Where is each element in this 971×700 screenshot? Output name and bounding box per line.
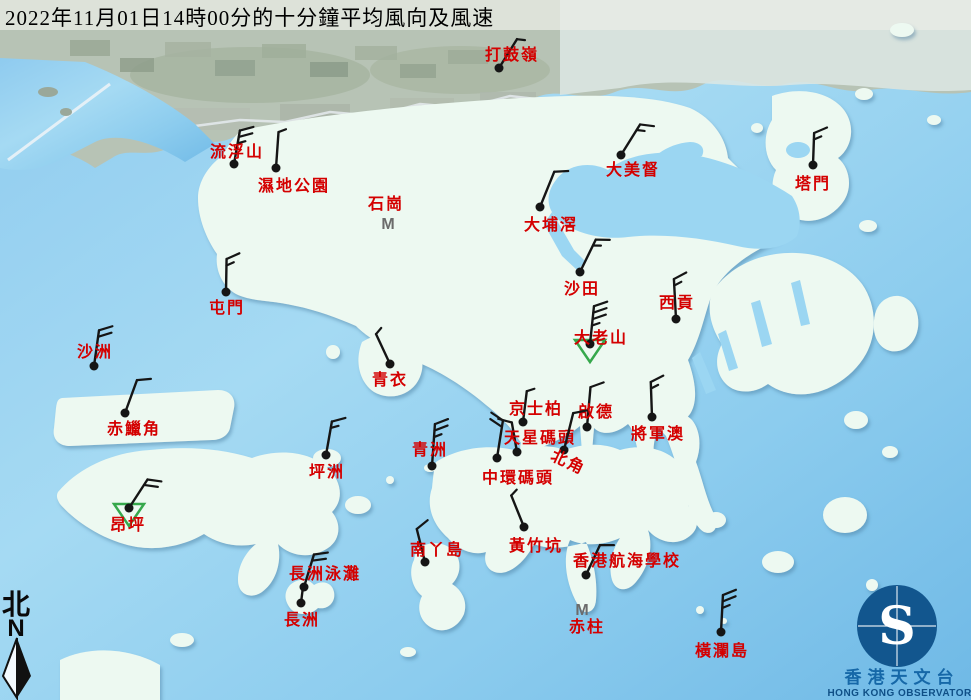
station-dot bbox=[125, 504, 134, 513]
station-label: 沙田 bbox=[564, 280, 600, 298]
station-label: 流浮山 bbox=[210, 142, 264, 161]
station-dot bbox=[121, 409, 130, 418]
wind-barb-staff bbox=[226, 259, 227, 292]
missing-data-symbol: M bbox=[381, 216, 394, 233]
station-label: 沙洲 bbox=[77, 343, 113, 361]
hko-logo-swirl: S bbox=[878, 596, 916, 657]
station-label: 橫瀾島 bbox=[695, 641, 749, 660]
station-label: 黃竹坑 bbox=[508, 536, 563, 555]
wind-barb-feather bbox=[637, 130, 645, 131]
station-dot bbox=[493, 454, 502, 463]
station-label: 京士柏 bbox=[509, 399, 563, 418]
station-dot bbox=[297, 599, 306, 608]
station-label: 南丫島 bbox=[410, 540, 464, 559]
station-label: 大老山 bbox=[574, 328, 628, 347]
station-label: 塔門 bbox=[795, 174, 831, 193]
sai-kung bbox=[710, 253, 874, 395]
station-label: 青衣 bbox=[372, 370, 408, 389]
station-dot bbox=[520, 523, 529, 532]
station-dot bbox=[495, 64, 504, 73]
station-dot bbox=[717, 628, 726, 637]
station-label: 屯門 bbox=[209, 298, 245, 317]
station-label: 長洲 bbox=[284, 611, 320, 629]
station-dot bbox=[222, 288, 231, 297]
wind-barb-feather bbox=[137, 379, 151, 380]
wind-barb-feather bbox=[517, 39, 525, 40]
missing-data-symbol: M bbox=[575, 602, 588, 619]
station-dot bbox=[582, 571, 591, 580]
wind-map: 打鼓嶺流浮山濕地公園塔門大美督大埔滘沙田西貢大老山屯門沙洲赤鱲角青衣京士柏啟德將… bbox=[0, 0, 971, 700]
station-dot bbox=[519, 418, 528, 427]
station-label: 赤柱 bbox=[569, 617, 605, 636]
station-dot bbox=[672, 315, 681, 324]
hko-name-en: HONG KONG OBSERVATORY bbox=[827, 688, 971, 699]
station-label: 香港航海學校 bbox=[572, 551, 681, 570]
station-label: 中環碼頭 bbox=[482, 468, 554, 487]
station-dot bbox=[809, 161, 818, 170]
hko-name-zh: 香港天文台 bbox=[845, 667, 960, 687]
station-label: 青洲 bbox=[412, 440, 448, 459]
wind-barb-feather bbox=[554, 171, 568, 172]
station-label: 坪洲 bbox=[309, 463, 345, 481]
station-label: 打鼓嶺 bbox=[485, 45, 539, 64]
station-label: 赤鱲角 bbox=[107, 419, 161, 438]
station-dot bbox=[272, 164, 281, 173]
station-dot bbox=[386, 360, 395, 369]
station-label: 長洲泳灘 bbox=[289, 564, 361, 583]
station-label: 西貢 bbox=[659, 294, 695, 312]
station-label: 石崗 bbox=[367, 194, 404, 213]
station-label: 將軍澳 bbox=[631, 424, 685, 443]
wind-barb-staff bbox=[813, 133, 814, 165]
station-label: 大埔滘 bbox=[524, 215, 578, 234]
station-dot bbox=[90, 362, 99, 371]
station-dot bbox=[536, 203, 545, 212]
station-label: 昂坪 bbox=[110, 516, 146, 534]
station-dot bbox=[583, 423, 592, 432]
page-title: 2022年11月01日14時00分的十分鐘平均風向及風速 bbox=[5, 2, 494, 32]
station-dot bbox=[648, 413, 657, 422]
station-dot bbox=[428, 462, 437, 471]
station-dot bbox=[513, 448, 522, 457]
station-dot bbox=[322, 451, 331, 460]
station-dot bbox=[576, 268, 585, 277]
station-label: 大美督 bbox=[606, 160, 660, 179]
hong-kong-map: 打鼓嶺流浮山濕地公園塔門大美督大埔滘沙田西貢大老山屯門沙洲赤鱲角青衣京士柏啟德將… bbox=[0, 0, 971, 700]
station-dot bbox=[617, 151, 626, 160]
station-label: 濕地公園 bbox=[258, 176, 330, 195]
